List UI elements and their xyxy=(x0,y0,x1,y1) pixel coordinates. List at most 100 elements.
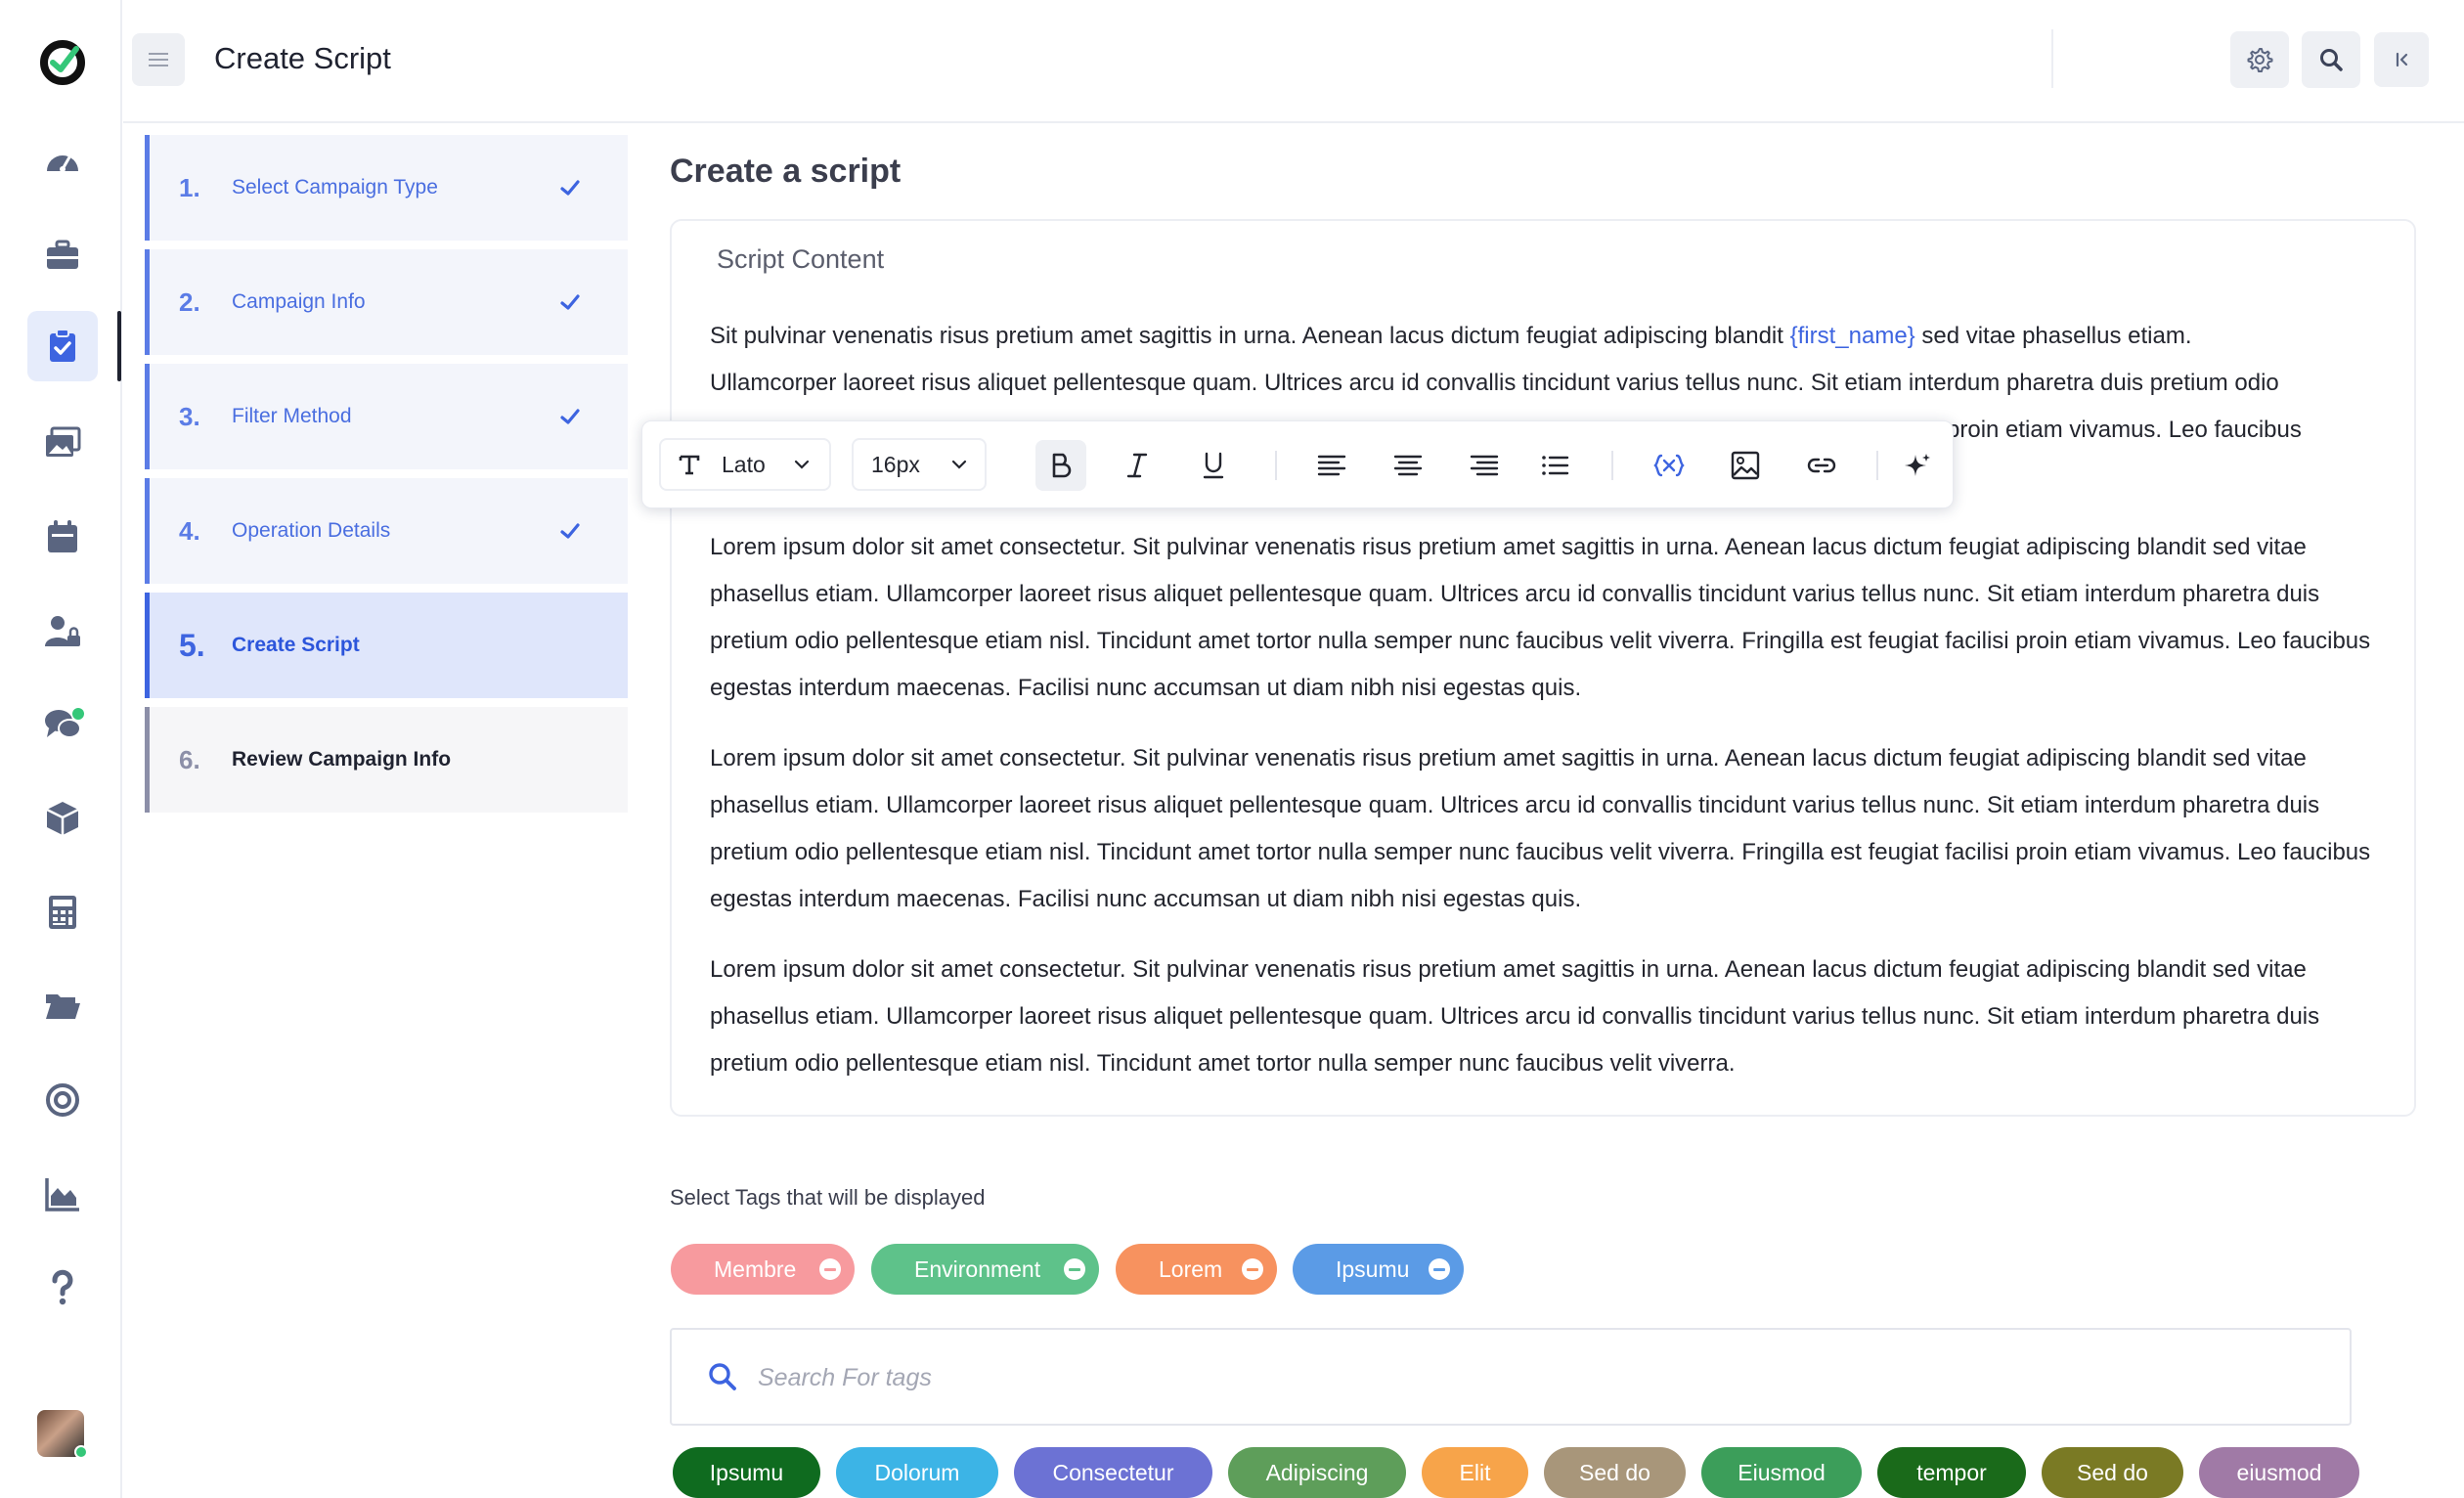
bullet-list-button[interactable] xyxy=(1529,440,1580,491)
remove-tag-icon[interactable] xyxy=(819,1258,841,1280)
tag-option[interactable]: tempor xyxy=(1877,1447,2026,1498)
search-icon xyxy=(2320,49,2343,71)
text-type-icon xyxy=(679,455,700,475)
nav-targets[interactable] xyxy=(27,1065,98,1135)
tag-option[interactable]: Ipsumu xyxy=(673,1447,820,1498)
tag-option[interactable]: Elit xyxy=(1422,1447,1528,1498)
images-icon xyxy=(46,426,81,457)
step-label: Campaign Info xyxy=(232,290,366,313)
step-label: Filter Method xyxy=(232,405,352,427)
nav-media[interactable] xyxy=(27,408,98,478)
step-operation-details[interactable]: 4. Operation Details xyxy=(145,478,628,584)
bullet-list-icon xyxy=(1542,456,1569,475)
nav-calendar[interactable] xyxy=(27,502,98,572)
nav-dashboard[interactable] xyxy=(27,126,98,197)
nav-chat[interactable] xyxy=(27,689,98,760)
tag-option[interactable]: Consectetur xyxy=(1014,1447,1212,1498)
step-review-campaign-info[interactable]: 6. Review Campaign Info xyxy=(145,707,628,813)
step-campaign-info[interactable]: 2. Campaign Info xyxy=(145,249,628,355)
variable-icon xyxy=(1653,454,1685,477)
tag-option[interactable]: Dolorum xyxy=(836,1447,998,1498)
checkmark-icon xyxy=(560,180,580,196)
step-label: Operation Details xyxy=(232,519,391,542)
nav-help[interactable] xyxy=(27,1253,98,1323)
italic-button[interactable] xyxy=(1112,440,1163,491)
active-nav-indicator xyxy=(117,311,121,381)
insert-variable-button[interactable] xyxy=(1644,440,1694,491)
hamburger-icon xyxy=(149,53,168,66)
tag-search-input[interactable] xyxy=(758,1357,2322,1398)
calendar-icon xyxy=(48,520,77,552)
app-logo-icon[interactable] xyxy=(39,39,86,86)
nav-user-security[interactable] xyxy=(27,595,98,666)
script-paragraph-4[interactable]: Lorem ipsum dolor sit amet consectetur. … xyxy=(710,947,2392,1087)
tag-option[interactable]: Sed do xyxy=(2042,1447,2183,1498)
checkmark-icon xyxy=(560,294,580,310)
nav-scripts[interactable] xyxy=(27,311,98,381)
nav-campaigns[interactable] xyxy=(27,220,98,290)
checkmark-icon xyxy=(560,409,580,424)
tag-search-box xyxy=(670,1328,2352,1426)
selected-tag-environment[interactable]: Environment xyxy=(871,1244,1099,1295)
link-icon xyxy=(1807,458,1836,473)
remove-tag-icon[interactable] xyxy=(1242,1258,1263,1280)
selected-tag-ipsumu[interactable]: Ipsumu xyxy=(1293,1244,1464,1295)
online-status-dot xyxy=(72,708,84,720)
step-filter-method[interactable]: 3. Filter Method xyxy=(145,364,628,469)
ai-assist-button[interactable] xyxy=(1896,440,1939,491)
script-paragraph-2[interactable]: Lorem ipsum dolor sit amet consectetur. … xyxy=(710,524,2392,712)
collapse-panel-button[interactable] xyxy=(2374,32,2429,87)
font-size-select[interactable]: 16px xyxy=(852,438,987,491)
checkmark-icon xyxy=(560,523,580,539)
script-editor-card[interactable]: Script Content Sit pulvinar venenatis ri… xyxy=(670,219,2416,1117)
font-family-value: Lato xyxy=(722,451,766,477)
gear-icon xyxy=(2247,48,2273,72)
first-name-variable[interactable]: {first_name} xyxy=(1790,323,1915,349)
step-number: 5. xyxy=(179,627,205,663)
selected-tag-membre[interactable]: Membre xyxy=(671,1244,855,1295)
settings-button[interactable] xyxy=(2230,31,2289,88)
tag-option[interactable]: eiusmod xyxy=(2199,1447,2359,1498)
remove-tag-icon[interactable] xyxy=(1429,1258,1450,1280)
selected-tag-lorem[interactable]: Lorem xyxy=(1116,1244,1277,1295)
align-right-button[interactable] xyxy=(1459,440,1510,491)
step-select-campaign-type[interactable]: 1. Select Campaign Type xyxy=(145,135,628,241)
script-paragraph-3[interactable]: Lorem ipsum dolor sit amet consectetur. … xyxy=(710,735,2392,923)
nav-products[interactable] xyxy=(27,783,98,854)
step-number: 3. xyxy=(179,401,200,431)
tag-option[interactable]: Eiusmod xyxy=(1701,1447,1862,1498)
align-center-button[interactable] xyxy=(1383,440,1433,491)
align-left-button[interactable] xyxy=(1306,440,1357,491)
remove-tag-icon[interactable] xyxy=(1064,1258,1085,1280)
nav-calculator[interactable] xyxy=(27,877,98,947)
step-number: 1. xyxy=(179,172,200,202)
header-divider xyxy=(2051,29,2053,88)
align-right-icon xyxy=(1470,455,1499,476)
step-label: Create Script xyxy=(232,634,360,656)
step-create-script[interactable]: 5. Create Script xyxy=(145,593,628,698)
nav-files[interactable] xyxy=(27,971,98,1041)
nav-analytics[interactable] xyxy=(27,1159,98,1229)
underline-button[interactable] xyxy=(1188,440,1239,491)
bold-button[interactable] xyxy=(1035,440,1086,491)
insert-link-button[interactable] xyxy=(1796,440,1847,491)
avatar-status-dot xyxy=(74,1445,88,1459)
step-label: Review Campaign Info xyxy=(232,748,452,771)
section-title: Create a script xyxy=(670,153,902,190)
font-family-select[interactable]: Lato xyxy=(659,438,831,491)
step-number: 2. xyxy=(179,286,200,317)
image-icon xyxy=(1731,451,1760,480)
step-label: Select Campaign Type xyxy=(232,176,438,198)
target-icon xyxy=(46,1083,79,1117)
area-chart-icon xyxy=(45,1178,79,1212)
insert-image-button[interactable] xyxy=(1720,440,1771,491)
menu-toggle-button[interactable] xyxy=(132,33,185,86)
tag-label: Lorem xyxy=(1159,1256,1223,1282)
tag-label: Ipsumu xyxy=(1336,1256,1410,1282)
search-button[interactable] xyxy=(2302,31,2360,88)
user-lock-icon xyxy=(45,616,80,646)
tag-option[interactable]: Sed do xyxy=(1544,1447,1686,1498)
align-left-icon xyxy=(1317,455,1346,476)
cube-icon xyxy=(46,802,79,835)
tag-option[interactable]: Adipiscing xyxy=(1228,1447,1406,1498)
